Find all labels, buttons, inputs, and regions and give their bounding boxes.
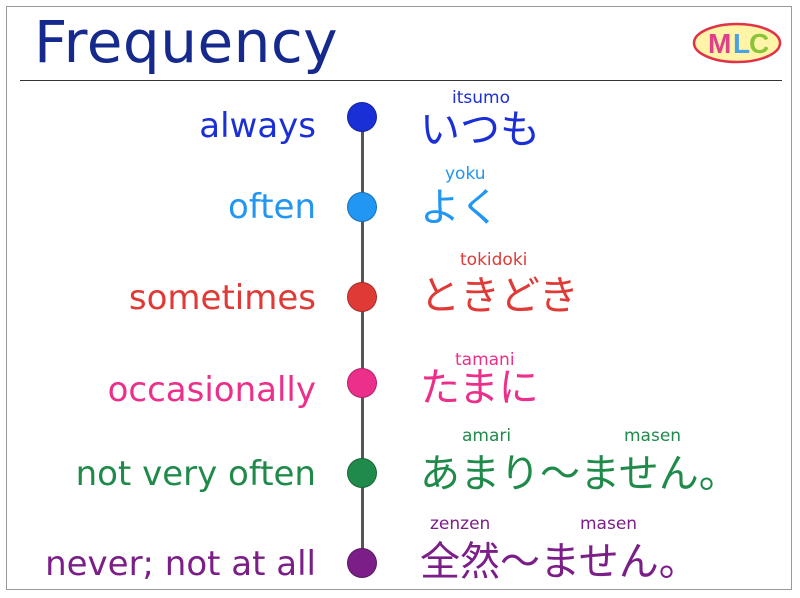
dot-sometimes: [347, 282, 377, 312]
english-often: often: [228, 187, 316, 227]
romaji-amari: amari: [462, 426, 512, 446]
english-never: never; not at all: [45, 544, 316, 584]
japanese-occasionally: たまに: [420, 365, 539, 411]
logo-letter-l: L: [733, 28, 750, 59]
romaji-masen-2: masen: [580, 514, 638, 534]
romaji-tokidoki: tokidoki: [460, 250, 528, 270]
english-occasionally: occasionally: [107, 370, 316, 410]
slide-frame: [6, 6, 792, 590]
dot-never: [347, 548, 377, 578]
english-always: always: [199, 106, 316, 146]
mlc-logo: M L C: [692, 22, 782, 64]
logo-letter-m: M: [708, 28, 731, 59]
english-not-very-often: not very often: [75, 454, 316, 494]
romaji-zenzen: zenzen: [430, 514, 491, 534]
japanese-not-very-often: あまり〜ません。: [420, 451, 739, 497]
dot-occasionally: [347, 368, 377, 398]
logo-letter-c: C: [749, 28, 769, 59]
japanese-never: 全然〜ません。: [420, 539, 699, 585]
romaji-itsumo: itsumo: [452, 88, 510, 108]
title-divider: [20, 80, 782, 81]
dot-not-very-often: [347, 458, 377, 488]
dot-always: [347, 102, 377, 132]
romaji-masen: masen: [624, 426, 682, 446]
frequency-timeline: [361, 118, 364, 564]
english-sometimes: sometimes: [128, 278, 316, 318]
japanese-sometimes: ときどき: [420, 273, 579, 319]
japanese-always: いつも: [420, 107, 540, 153]
page-title: Frequency: [34, 8, 339, 76]
dot-often: [347, 192, 377, 222]
japanese-often: よく: [420, 185, 500, 231]
romaji-yoku: yoku: [445, 164, 486, 184]
